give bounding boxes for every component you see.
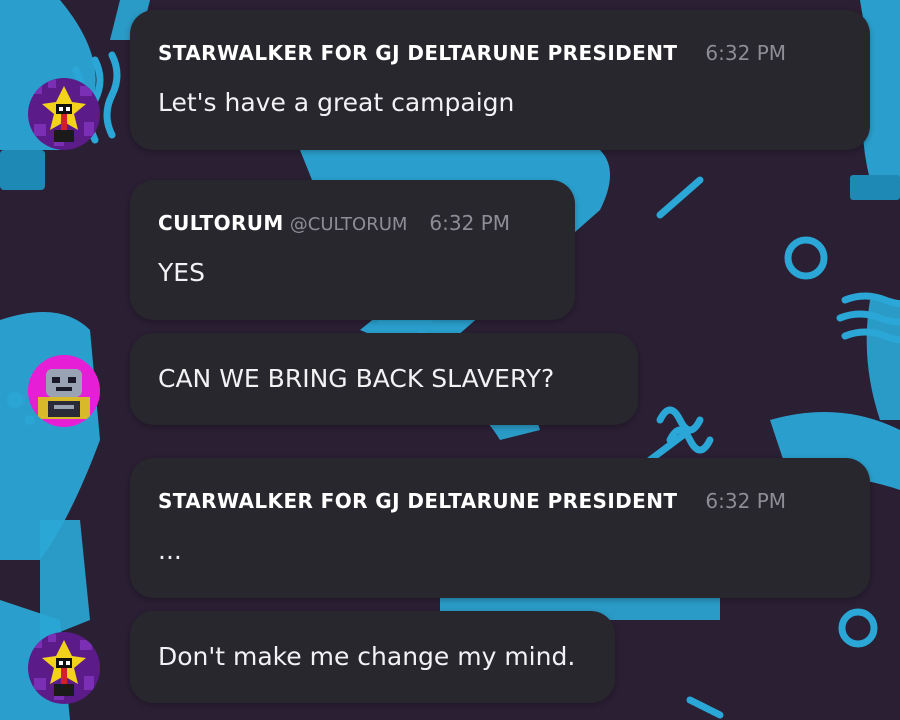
message-bubble[interactable]: CULTORUM @CULTORUM 6:32 PM YES [130,180,575,320]
message-bubble[interactable]: STARWALKER FOR GJ DELTARUNE PRESIDENT 6:3… [130,10,870,150]
message-header: STARWALKER FOR GJ DELTARUNE PRESIDENT 6:3… [158,41,786,67]
message-text: YES [158,258,205,287]
message-header: STARWALKER FOR GJ DELTARUNE PRESIDENT 6:3… [158,489,786,515]
author-name[interactable]: CULTORUM [158,211,284,235]
starwalker-avatar[interactable] [28,78,100,150]
author-name[interactable]: STARWALKER FOR GJ DELTARUNE PRESIDENT [158,489,677,513]
starwalker-avatar[interactable] [28,632,100,704]
author-name[interactable]: STARWALKER FOR GJ DELTARUNE PRESIDENT [158,41,677,65]
message-bubble[interactable]: Don't make me change my mind. [130,611,615,703]
message-header: CULTORUM @CULTORUM 6:32 PM [158,211,510,237]
message-text: CAN WE BRING BACK SLAVERY? [158,364,555,393]
message-timestamp: 6:32 PM [705,489,787,513]
message-bubble[interactable]: CAN WE BRING BACK SLAVERY? [130,333,638,425]
author-handle: @CULTORUM [289,214,408,235]
message-bubble[interactable]: STARWALKER FOR GJ DELTARUNE PRESIDENT 6:3… [130,458,870,598]
message-text: ... [158,536,182,565]
chat-view: STARWALKER FOR GJ DELTARUNE PRESIDENT 6:3… [0,0,900,720]
message-timestamp: 6:32 PM [705,41,787,65]
message-text: Don't make me change my mind. [158,642,576,671]
message-timestamp: 6:32 PM [429,211,511,235]
cultorum-avatar[interactable] [28,355,100,427]
message-text: Let's have a great campaign [158,88,515,117]
